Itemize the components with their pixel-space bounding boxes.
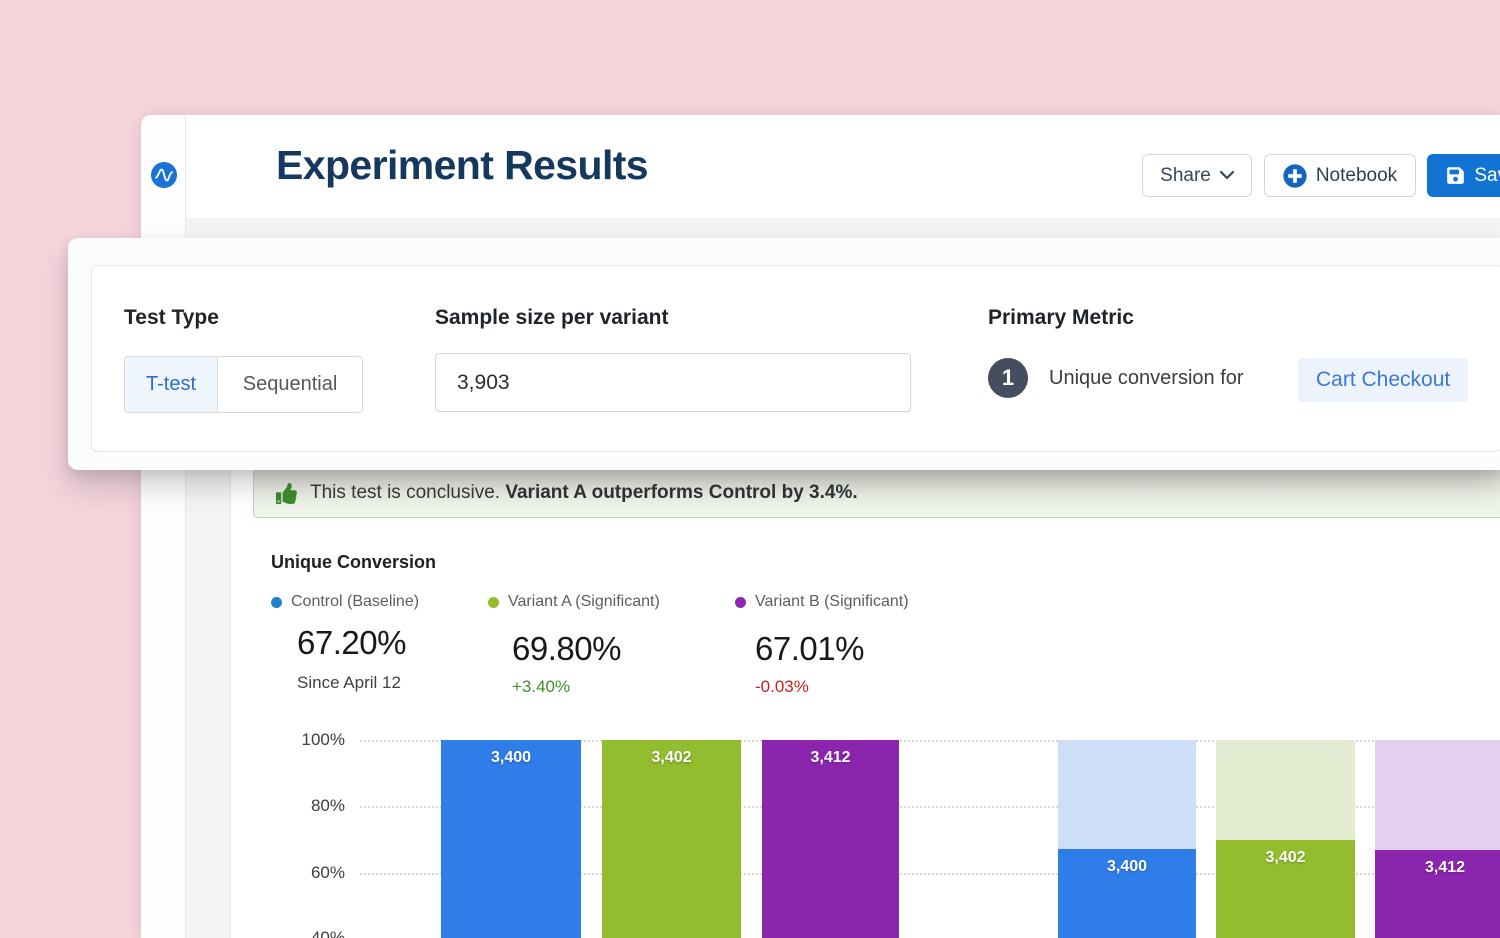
- y-tick-60: 60%: [275, 863, 345, 883]
- chevron-down-icon: [1220, 171, 1234, 180]
- test-type-option-t-test[interactable]: T-test: [125, 357, 218, 412]
- variant-a-value: 69.80%: [512, 630, 660, 668]
- test-type-segmented-control: T-test Sequential: [124, 356, 363, 413]
- chart-bar-conversion-control[interactable]: 3,400: [1058, 740, 1196, 938]
- cart-checkout-link[interactable]: Cart Checkout: [1298, 358, 1468, 402]
- bar-converted-segment: [762, 740, 899, 938]
- chart-bar-conversion-variant_a[interactable]: 3,402: [1216, 740, 1355, 938]
- control-subtext: Since April 12: [297, 673, 419, 693]
- header: Experiment Results Share Notebook Save: [186, 115, 1500, 218]
- bar-converted-segment: [602, 740, 741, 938]
- variant-b-dot-icon: [735, 597, 746, 608]
- y-tick-40: 40%: [275, 928, 345, 938]
- primary-metric-description: Unique conversion for: [1049, 367, 1244, 390]
- metric-order-badge: 1: [988, 358, 1028, 398]
- bar-value-label: 3,412: [1375, 859, 1500, 877]
- legend-variant-a: Variant A (Significant) 69.80% +3.40%: [488, 593, 660, 697]
- bar-remainder-segment: [1058, 740, 1196, 849]
- y-tick-80: 80%: [275, 796, 345, 816]
- page-title: Experiment Results: [276, 142, 648, 189]
- primary-metric-label: Primary Metric: [988, 306, 1134, 330]
- variant-b-subtext: -0.03%: [755, 677, 909, 697]
- sample-size-input[interactable]: [435, 353, 911, 412]
- conclusive-banner: This test is conclusive. Variant A outpe…: [253, 468, 1500, 518]
- metric-title: Unique Conversion: [271, 552, 436, 573]
- notebook-button[interactable]: Notebook: [1264, 154, 1416, 197]
- bar-remainder-segment: [1216, 740, 1355, 840]
- chart-bar-conversion-variant_b[interactable]: 3,412: [1375, 740, 1500, 938]
- bar-value-label: 3,412: [762, 749, 899, 767]
- variant-b-value: 67.01%: [755, 630, 909, 668]
- chart-bar-sample-count-variant_b[interactable]: 3,412: [762, 740, 899, 938]
- sample-size-label: Sample size per variant: [435, 306, 668, 330]
- banner-text-regular: This test is conclusive.: [310, 482, 500, 503]
- chart-bar-sample-count-variant_a[interactable]: 3,402: [602, 740, 741, 938]
- share-button[interactable]: Share: [1142, 154, 1252, 197]
- config-panel: Test Type T-test Sequential Sample size …: [68, 238, 1500, 470]
- thumbs-up-icon: [276, 483, 297, 504]
- variant-a-subtext: +3.40%: [512, 677, 660, 697]
- bar-value-label: 3,402: [1216, 849, 1355, 867]
- bar-value-label: 3,400: [1058, 858, 1196, 876]
- chart-bar-sample-count-control[interactable]: 3,400: [441, 740, 581, 938]
- legend-variant-b: Variant B (Significant) 67.01% -0.03%: [735, 593, 909, 697]
- control-value: 67.20%: [297, 624, 419, 662]
- plus-circle-icon: [1283, 164, 1307, 188]
- legend-variant-a-label: Variant A (Significant): [508, 593, 660, 611]
- legend-variant-b-label: Variant B (Significant): [755, 593, 909, 611]
- save-button-label: Save: [1474, 165, 1500, 187]
- config-card: Test Type T-test Sequential Sample size …: [91, 265, 1500, 452]
- banner-text-bold: Variant A outperforms Control by 3.4%.: [505, 482, 857, 503]
- legend-control: Control (Baseline) 67.20% Since April 12: [271, 593, 419, 693]
- save-floppy-icon: [1446, 166, 1465, 185]
- test-type-option-sequential[interactable]: Sequential: [218, 357, 362, 412]
- bar-remainder-segment: [1375, 740, 1500, 850]
- bar-value-label: 3,402: [602, 749, 741, 767]
- page: Experiment Results Share Notebook Save: [0, 0, 1500, 938]
- variant-a-dot-icon: [488, 597, 499, 608]
- legend-control-label: Control (Baseline): [291, 593, 419, 611]
- control-dot-icon: [271, 597, 282, 608]
- y-tick-100: 100%: [275, 730, 345, 750]
- bar-converted-segment: [441, 740, 581, 938]
- bar-value-label: 3,400: [441, 749, 581, 767]
- save-button[interactable]: Save: [1427, 154, 1500, 197]
- banner-text: This test is conclusive. Variant A outpe…: [310, 482, 858, 504]
- share-button-label: Share: [1160, 165, 1211, 187]
- amplitude-logo-icon[interactable]: [151, 162, 177, 188]
- test-type-label: Test Type: [124, 306, 219, 330]
- notebook-button-label: Notebook: [1316, 165, 1397, 187]
